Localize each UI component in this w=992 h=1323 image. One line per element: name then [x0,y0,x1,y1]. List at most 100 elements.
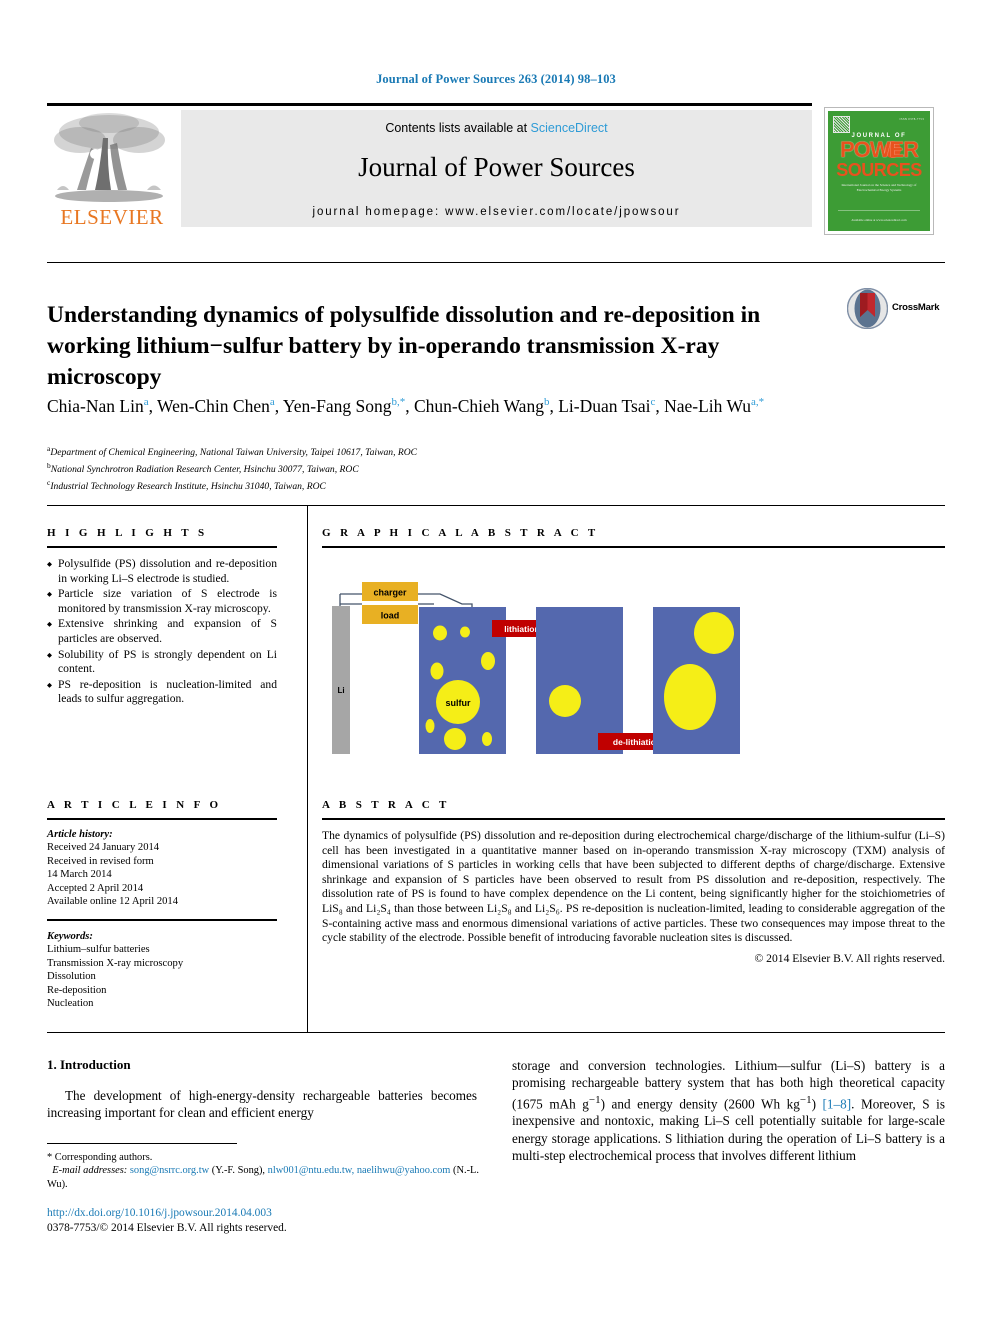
author-list: Chia-Nan Lina, Wen-Chin Chena, Yen-Fang … [47,390,927,419]
list-item: Solubility of PS is strongly dependent o… [47,648,277,677]
li-label: Li [337,686,344,695]
list-item: PS re-deposition is nucleation-limited a… [47,678,277,707]
elsevier-logo: ELSEVIER [47,110,177,233]
cover-divider [838,210,920,211]
history-item: Received 24 January 2014 [47,842,160,854]
col2-mid2: ) [811,1095,823,1111]
elsevier-wordmark: ELSEVIER [60,205,164,229]
info-block-bottom-rule [47,1032,945,1033]
abstract-heading: A B S T R A C T [322,799,450,811]
article-info-rule [47,818,277,820]
author-2-mark: b,* [391,396,406,408]
intro-paragraph: The development of high-energy-density r… [47,1088,477,1121]
col2-sup-1: −1 [588,1093,601,1106]
footnote-rule [47,1143,237,1144]
body-column-right: storage and conversion technologies. Lit… [512,1057,945,1164]
title-top-rule [47,262,945,263]
lithiation-label: lithiation [504,624,539,634]
article-history-label: Article history: [47,829,113,840]
graphical-abstract-rule [322,546,945,548]
list-item: Particle size variation of S electrode i… [47,587,277,616]
keywords-block: Keywords: Lithium–sulfur batteries Trans… [47,930,277,1010]
journal-homepage[interactable]: journal homepage: www.elsevier.com/locat… [181,206,812,218]
abstract-copyright: © 2014 Elsevier B.V. All rights reserved… [754,951,945,965]
sulfur-label: sulfur [445,698,470,708]
cover-sources: SOURCES [836,160,922,180]
load-label: load [381,611,400,621]
masthead-top-rule [47,103,812,106]
crossmark-badge[interactable]: CrossMark [847,288,943,332]
highlights-rule [47,546,277,548]
author-4: Li-Duan Tsaic, [558,395,665,416]
article-info-section: A R T I C L E I N F O Article history: R… [47,799,277,1010]
highlights-list: Polysulfide (PS) dissolution and re-depo… [47,557,277,707]
elsevier-tree-icon [54,113,165,202]
highlights-section: H I G H L I G H T S Polysulfide (PS) dis… [47,527,277,708]
contents-line: Contents lists available at ScienceDirec… [181,121,812,135]
contents-prefix: Contents lists available at [385,121,531,135]
highlights-heading: H I G H L I G H T S [47,527,208,539]
electrode-panel-2 [536,607,623,754]
author-1: Wen-Chin Chena, [157,395,283,416]
keyword-item: Lithium–sulfur batteries [47,944,150,956]
paper-page: Journal of Power Sources 263 (2014) 98–1… [0,0,992,1323]
keywords-label: Keywords: [47,930,93,942]
sciencedirect-link[interactable]: ScienceDirect [531,121,608,135]
history-item: 14 March 2014 [47,869,112,881]
author-3: Chun-Chieh Wangb, [413,395,559,416]
journal-cover-thumbnail: ISSN 0378-7753 JOURNAL OF POWER SOURCES … [824,107,934,235]
cover-subtitle: International Journal on the Science and… [841,183,917,192]
email-link-2[interactable]: nlw001@ntu.edu.tw, [268,1165,355,1176]
col2-sup-2: −1 [799,1093,812,1106]
email-line: E-mail addresses: song@nsrrc.org.tw (Y.-… [47,1164,479,1191]
info-column-divider [307,505,308,1032]
section-heading: 1. Introduction [47,1057,131,1072]
keywords-divider [47,919,277,921]
crossmark-icon [847,288,888,329]
running-head: Journal of Power Sources 263 (2014) 98–1… [376,72,616,86]
footnote-block: * Corresponding authors. E-mail addresse… [47,1151,479,1191]
affiliation-1: bNational Synchrotron Radiation Research… [47,460,359,475]
email-link-1[interactable]: song@nsrrc.org.tw [130,1165,209,1176]
crossmark-label: CrossMark [892,302,940,313]
affiliation-0: aDepartment of Chemical Engineering, Nat… [47,444,418,459]
history-item: Available online 12 April 2014 [47,896,179,908]
keyword-item: Dissolution [47,971,96,983]
issn-copyright: 0378-7753/© 2014 Elsevier B.V. All right… [47,1222,287,1234]
author-2: Yen-Fang Songb,*, [282,395,414,416]
affiliations: aDepartment of Chemical Engineering, Nat… [47,443,927,493]
history-item: Accepted 2 April 2014 [47,882,144,894]
abstract-text: The dynamics of polysulfide (PS) dissolu… [322,829,945,945]
journal-title: Journal of Power Sources [358,152,635,182]
email-label: E-mail addresses: [52,1165,128,1177]
history-item: Received in revised form [47,855,154,867]
author-0: Chia-Nan Lina, [47,395,158,416]
article-info-heading: A R T I C L E I N F O [47,799,222,811]
abstract-section: A B S T R A C T The dynamics of polysulf… [322,799,945,965]
col2-mid: ) and energy density (2600 Wh kg [600,1095,800,1111]
info-block-top-rule [47,505,945,506]
journal-masthead: ELSEVIER Contents lists available at Sci… [47,103,945,235]
charger-label: charger [373,588,407,598]
sulfur-particle-panel-2 [549,685,581,717]
masthead-banner: Contents lists available at ScienceDirec… [181,110,812,227]
graphical-abstract-figure: charger load Li sulfur lithiation de-lit… [332,582,740,754]
citation-link[interactable]: [1–8] [823,1096,852,1111]
email-link-3[interactable]: naelihwu@yahoo.com [357,1165,451,1176]
cover-power: POWER [839,137,919,162]
doi-link[interactable]: http://dx.doi.org/10.1016/j.jpowsour.201… [47,1206,479,1221]
keyword-item: Transmission X-ray microscopy [47,957,184,969]
abstract-rule [322,818,945,820]
keyword-item: Re-deposition [47,984,107,996]
cover-footer: Available online at www.sciencedirect.co… [851,218,907,222]
graphical-abstract-heading: G R A P H I C A L A B S T R A C T [322,527,599,539]
graphical-abstract-section: G R A P H I C A L A B S T R A C T charge… [322,527,945,754]
corresponding-authors-note: * Corresponding authors. [47,1152,153,1163]
li-metal-electrode [332,606,350,754]
email-owner-1: (Y.-F. Song), [211,1165,266,1177]
cover-elsevier-icon [833,116,850,133]
author-5: Nae-Lih Wua,* [664,395,765,416]
list-item: Polysulfide (PS) dissolution and re-depo… [47,557,277,586]
article-history: Article history: Received 24 January 201… [47,828,277,908]
cover-issn: ISSN 0378-7753 [899,117,924,121]
